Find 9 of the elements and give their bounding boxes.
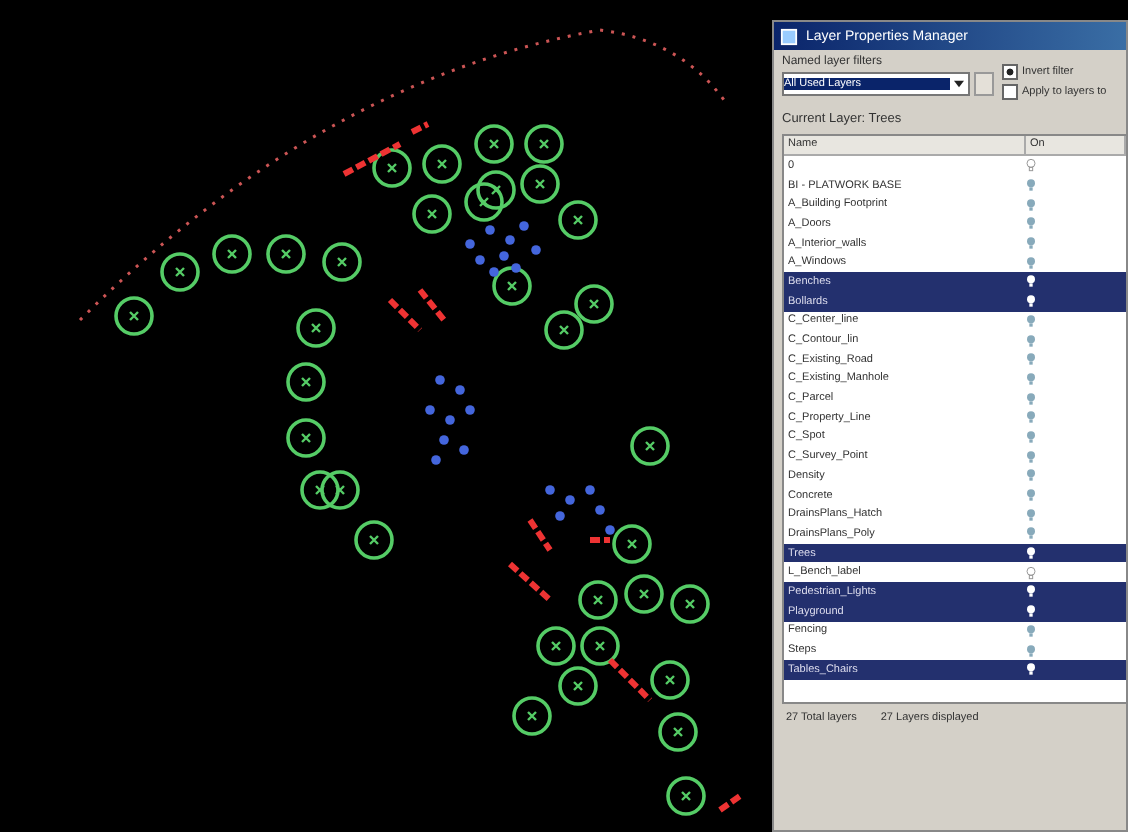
light-bulb-icon[interactable] <box>1025 604 1035 619</box>
light-bulb-icon[interactable] <box>1025 662 1035 677</box>
caret-icon <box>954 80 964 88</box>
light-bulb-icon[interactable] <box>1025 584 1035 599</box>
light-bulb-icon[interactable] <box>1025 546 1035 561</box>
light-bulb-icon[interactable] <box>1025 274 1035 289</box>
filter-dialog-button[interactable] <box>974 72 994 96</box>
light-bulb-icon[interactable] <box>1025 294 1035 309</box>
layers-icon <box>780 27 798 45</box>
